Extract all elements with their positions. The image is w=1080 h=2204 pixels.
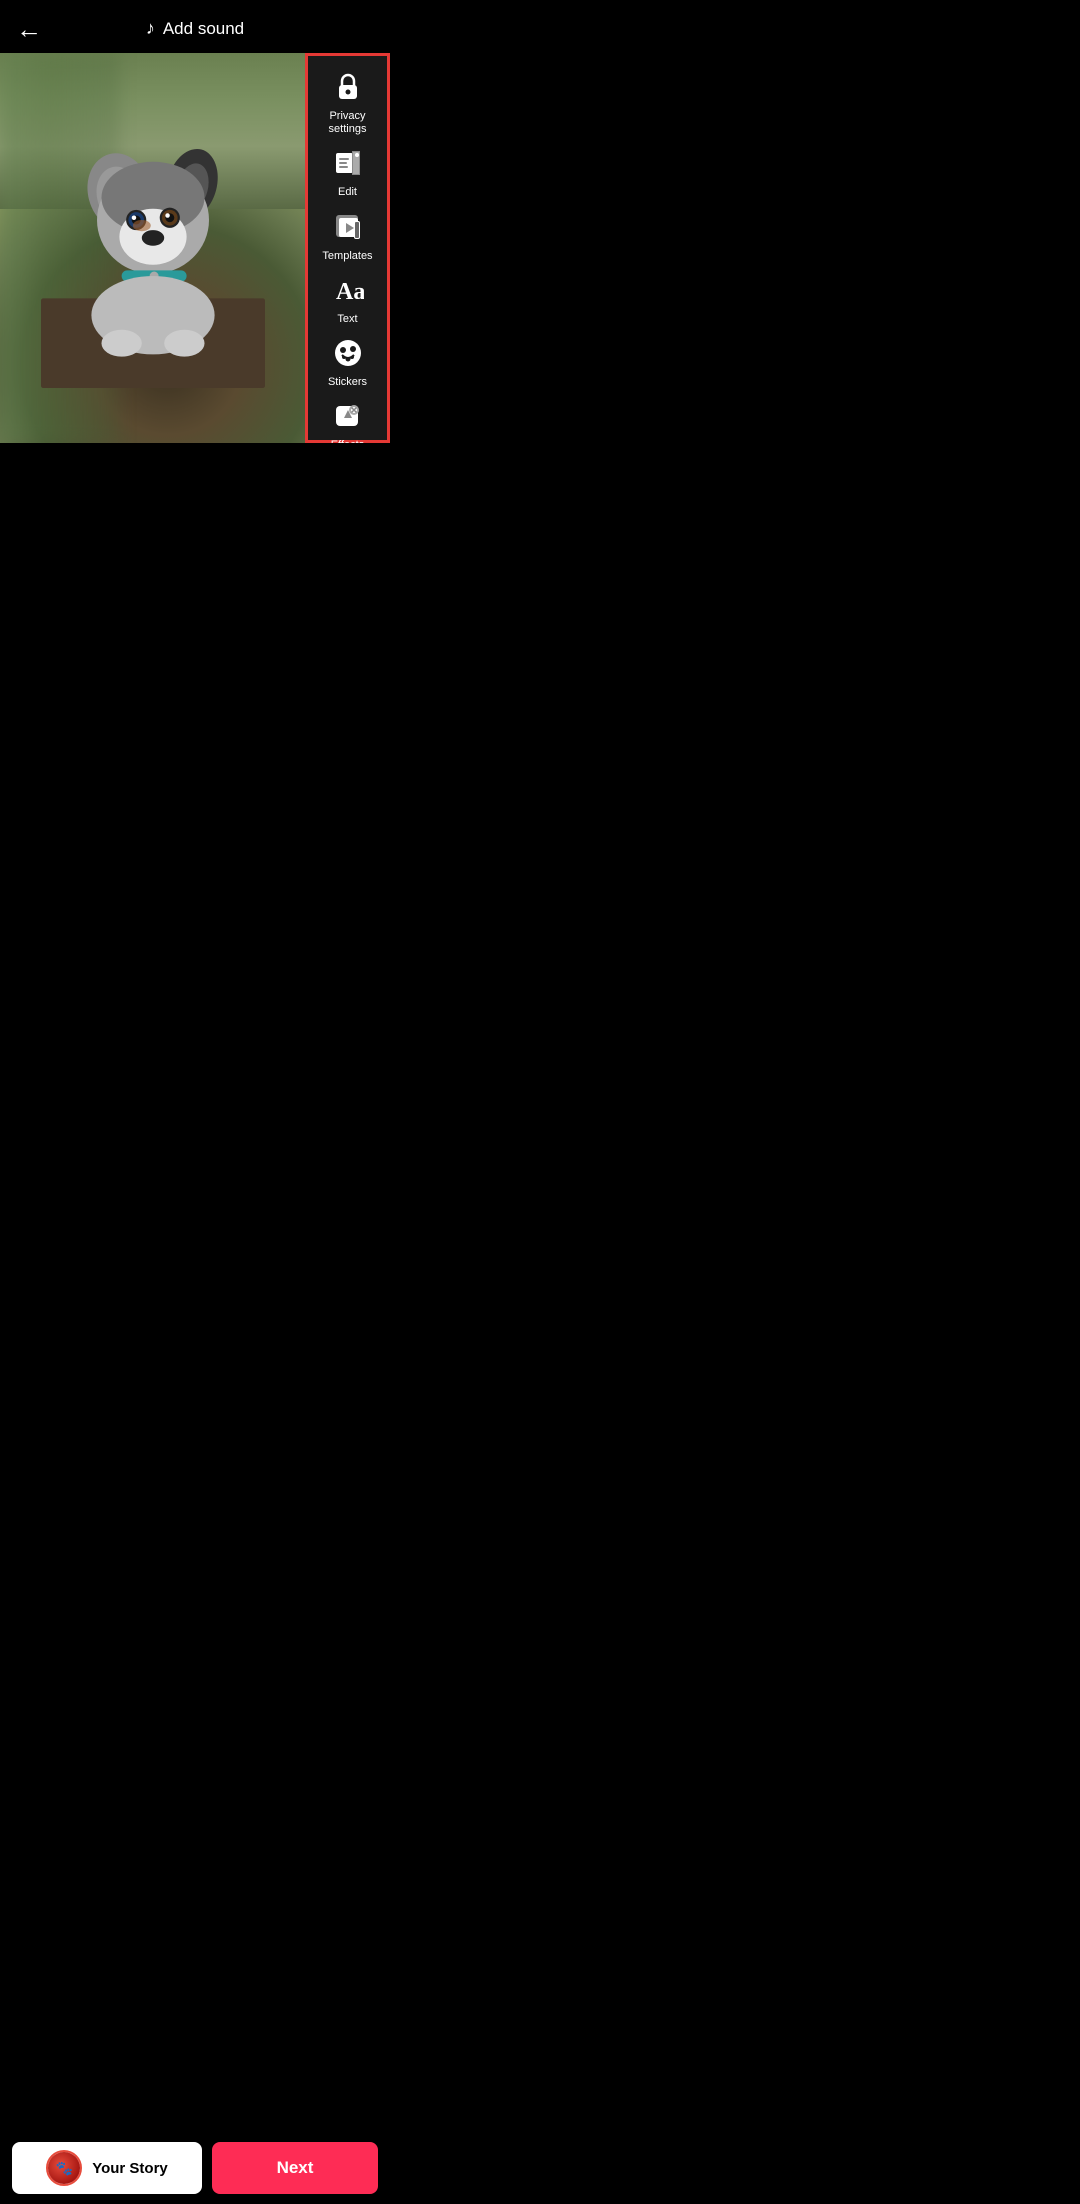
puppy-svg (38, 108, 268, 388)
text-icon: Aa (327, 271, 369, 309)
lock-icon (327, 68, 369, 106)
edit-label: Edit (338, 186, 357, 199)
your-story-label: Your Story (92, 2160, 168, 2177)
add-sound-label: ♪ Add sound (146, 18, 244, 39)
sidebar-item-templates[interactable]: Templates (309, 204, 387, 267)
below-video-area (0, 443, 390, 703)
your-story-button[interactable]: 🐾 Your Story (12, 2142, 202, 2194)
stickers-icon (327, 334, 369, 372)
templates-label: Templates (322, 250, 372, 263)
avatar-image: 🐾 (48, 2152, 80, 2184)
next-button[interactable]: Next (212, 2142, 378, 2194)
main-content: Privacy settings Edit (0, 53, 390, 443)
text-label: Text (337, 313, 357, 326)
next-label: Next (277, 2158, 314, 2177)
svg-text:Aa: Aa (336, 279, 364, 305)
header: ← ♪ Add sound (0, 0, 390, 53)
templates-icon (327, 208, 369, 246)
bottom-bar: 🐾 Your Story Next (0, 2132, 390, 2204)
sidebar-item-text[interactable]: Aa Text (309, 267, 387, 330)
avatar: 🐾 (46, 2150, 82, 2186)
add-sound-text: Add sound (163, 19, 244, 39)
sidebar-item-stickers[interactable]: Stickers (309, 330, 387, 393)
back-button[interactable]: ← (16, 16, 42, 42)
back-icon: ← (16, 14, 42, 44)
sidebar-item-edit[interactable]: Edit (309, 140, 387, 203)
music-icon: ♪ (146, 18, 155, 39)
sidebar: Privacy settings Edit (305, 53, 390, 443)
edit-icon (327, 144, 369, 182)
puppy-image (0, 53, 305, 443)
stickers-label: Stickers (328, 376, 367, 389)
video-preview (0, 53, 305, 443)
sidebar-item-privacy-settings[interactable]: Privacy settings (309, 64, 387, 140)
privacy-settings-label: Privacy settings (315, 110, 381, 136)
sidebar-item-effects[interactable]: Effects (309, 393, 387, 443)
effects-icon (327, 397, 369, 435)
effects-label: Effects (331, 439, 364, 443)
